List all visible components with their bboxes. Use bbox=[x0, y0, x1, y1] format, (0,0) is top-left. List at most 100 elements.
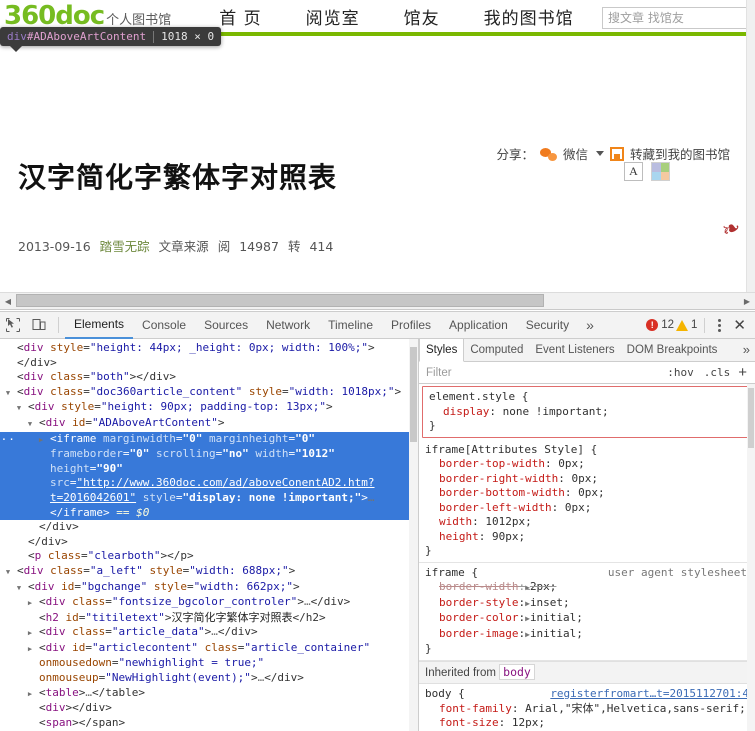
dom-node[interactable]: <div class="both"></div> bbox=[0, 370, 418, 385]
warning-badge[interactable]: 1 bbox=[676, 319, 697, 331]
dom-node[interactable]: </div> bbox=[0, 535, 418, 550]
tab-elements[interactable]: Elements bbox=[65, 311, 134, 339]
twisty-collapsed-icon[interactable] bbox=[41, 432, 50, 448]
dom-punctuation: > bbox=[326, 400, 333, 414]
twisty-collapsed-icon[interactable] bbox=[30, 641, 39, 657]
dom-node[interactable]: <div class="doc360article_content" style… bbox=[0, 385, 418, 401]
device-toolbar-icon[interactable] bbox=[26, 312, 52, 338]
dom-node[interactable]: <div style="height: 44px; _height: 0px; … bbox=[0, 341, 418, 370]
twisty-expanded-icon[interactable] bbox=[8, 564, 17, 580]
style-declaration[interactable]: border-image:▶initial; bbox=[425, 627, 749, 643]
close-devtools-icon[interactable]: ✕ bbox=[729, 316, 750, 334]
dom-attribute-name: style bbox=[153, 579, 187, 593]
twisty-expanded-icon[interactable] bbox=[19, 400, 28, 416]
twisty-expanded-icon[interactable] bbox=[19, 580, 28, 596]
class-editor-button[interactable]: .cls bbox=[699, 366, 736, 379]
dom-node[interactable]: <div></div> bbox=[0, 701, 418, 716]
dom-tree-pane[interactable]: <div style="height: 44px; _height: 0px; … bbox=[0, 339, 419, 731]
force-state-hov-button[interactable]: :hov bbox=[662, 366, 699, 379]
tab-timeline[interactable]: Timeline bbox=[319, 312, 382, 338]
style-declaration[interactable]: border-style:▶inset; bbox=[425, 596, 749, 612]
tab-security[interactable]: Security bbox=[517, 312, 578, 338]
nav-item-my-library[interactable]: 我的图书馆 bbox=[462, 4, 596, 29]
scrollbar-track[interactable] bbox=[16, 293, 739, 309]
more-tabs-icon[interactable]: » bbox=[578, 317, 602, 333]
dom-attribute-name: width bbox=[255, 447, 289, 461]
style-declaration[interactable]: border-width:▶2px; bbox=[425, 580, 749, 596]
stylesheet-source-link[interactable]: registerfromart…t=2015112701:4 bbox=[550, 687, 749, 702]
tab-computed[interactable]: Computed bbox=[464, 339, 529, 361]
styles-filter-input[interactable] bbox=[424, 365, 663, 380]
site-logo[interactable]: 360doc 个人图书馆 bbox=[0, 3, 171, 29]
dom-node[interactable]: <div class="a_left" style="width: 688px;… bbox=[0, 564, 418, 580]
styles-more-tabs-icon[interactable]: » bbox=[738, 339, 755, 361]
nav-item-friends[interactable]: 馆友 bbox=[382, 4, 462, 29]
dom-node[interactable]: <div style="height: 90px; padding-top: 1… bbox=[0, 400, 418, 416]
twisty-collapsed-icon[interactable] bbox=[30, 595, 39, 611]
tab-event-listeners[interactable]: Event Listeners bbox=[529, 339, 620, 361]
dom-node[interactable]: <h2 id="titiletext">汉字简化字繁体字对照表</h2> bbox=[0, 611, 418, 626]
share-wechat-button[interactable]: 微信 bbox=[563, 144, 588, 163]
save-icon bbox=[609, 146, 624, 161]
style-rule[interactable]: iframe {user agent stylesheet border-widt… bbox=[419, 563, 755, 661]
tooltip-divider bbox=[153, 30, 155, 43]
style-declaration[interactable]: border-color:▶initial; bbox=[425, 611, 749, 627]
style-declaration[interactable]: font-family: Arial,"宋体",Helvetica,sans-s… bbox=[425, 702, 749, 717]
style-rule[interactable]: iframe[Attributes Style] {border-top-wid… bbox=[419, 440, 755, 563]
dom-node[interactable]: <p class="clearboth"></p> bbox=[0, 549, 418, 564]
devtools-toolbar-right: ! 12 1 ✕ bbox=[646, 316, 755, 334]
tab-sources[interactable]: Sources bbox=[195, 312, 257, 338]
dom-node[interactable]: <div id="ADAboveArtContent"> bbox=[0, 416, 418, 432]
article-author[interactable]: 踏雪无踪 bbox=[100, 236, 150, 255]
devtools-menu-icon[interactable] bbox=[712, 318, 727, 332]
font-size-button[interactable]: A bbox=[624, 162, 643, 181]
dom-node-selected[interactable]: ··· <iframe marginwidth = "0" marginheight =… bbox=[0, 431, 418, 521]
background-color-button[interactable] bbox=[651, 162, 670, 181]
scroll-right-arrow-icon[interactable]: ▶ bbox=[739, 293, 755, 309]
nav-item-reading-room[interactable]: 阅览室 bbox=[284, 4, 382, 29]
tab-profiles[interactable]: Profiles bbox=[382, 312, 440, 338]
dom-node[interactable]: </div> bbox=[0, 520, 418, 535]
twisty-collapsed-icon[interactable] bbox=[30, 625, 39, 641]
search-input[interactable] bbox=[602, 7, 747, 29]
chevron-down-icon[interactable] bbox=[595, 151, 604, 156]
style-declaration[interactable]: font-size: 12px; bbox=[425, 716, 749, 731]
twisty-expanded-icon[interactable] bbox=[8, 385, 17, 401]
tab-dom-breakpoints[interactable]: DOM Breakpoints bbox=[621, 339, 724, 361]
nav-item-home[interactable]: 首 页 bbox=[197, 4, 283, 29]
dom-node[interactable]: <div class="article_data">…</div> bbox=[0, 625, 418, 641]
inherited-source-element[interactable]: body bbox=[499, 663, 535, 680]
style-declaration[interactable]: width: 1012px; bbox=[425, 515, 749, 530]
inspect-element-icon[interactable] bbox=[0, 312, 26, 338]
scrollbar-thumb[interactable] bbox=[16, 294, 544, 307]
twisty-collapsed-icon[interactable] bbox=[30, 686, 39, 702]
tab-network[interactable]: Network bbox=[257, 312, 319, 338]
style-declaration[interactable]: border-top-width: 0px; bbox=[425, 457, 749, 472]
style-declaration[interactable]: border-left-width: 0px; bbox=[425, 501, 749, 516]
style-rule-body[interactable]: body {registerfromart…t=2015112701:4 font… bbox=[419, 684, 755, 731]
style-declaration[interactable]: display: none !important; bbox=[429, 405, 745, 420]
tab-console[interactable]: Console bbox=[133, 312, 195, 338]
error-badge[interactable]: ! 12 bbox=[646, 319, 674, 331]
twisty-expanded-icon[interactable] bbox=[30, 416, 39, 432]
style-rule[interactable]: element.style {display: none !important;… bbox=[422, 386, 752, 438]
dom-node[interactable]: <div id="articlecontent" class="article_… bbox=[0, 641, 418, 686]
dom-node[interactable]: <table>…</table> bbox=[0, 686, 418, 702]
page-horizontal-scrollbar[interactable]: ◀ ▶ bbox=[0, 292, 755, 310]
dom-node[interactable]: <div class="fontsize_bgcolor_controler">… bbox=[0, 595, 418, 611]
dom-tree-vertical-scrollbar[interactable] bbox=[409, 339, 418, 731]
style-declaration[interactable]: border-bottom-width: 0px; bbox=[425, 486, 749, 501]
style-declaration[interactable]: border-right-width: 0px; bbox=[425, 472, 749, 487]
new-style-rule-button[interactable]: + bbox=[735, 365, 750, 380]
dom-selected-marker: == $0 bbox=[116, 505, 150, 519]
dom-node[interactable]: <div id="bgchange" style="width: 662px;"… bbox=[0, 580, 418, 596]
dom-node[interactable]: <span></span> bbox=[0, 716, 418, 731]
save-to-library-button[interactable]: 转藏到我的图书馆 bbox=[630, 144, 730, 163]
tab-application[interactable]: Application bbox=[440, 312, 517, 338]
article-source-link[interactable]: 文章来源 bbox=[159, 236, 209, 255]
tab-styles[interactable]: Styles bbox=[419, 338, 465, 362]
style-declaration[interactable]: height: 90px; bbox=[425, 530, 749, 545]
dom-punctuation: > bbox=[250, 671, 258, 685]
scroll-left-arrow-icon[interactable]: ◀ bbox=[0, 293, 16, 309]
styles-vertical-scrollbar[interactable] bbox=[747, 384, 755, 731]
